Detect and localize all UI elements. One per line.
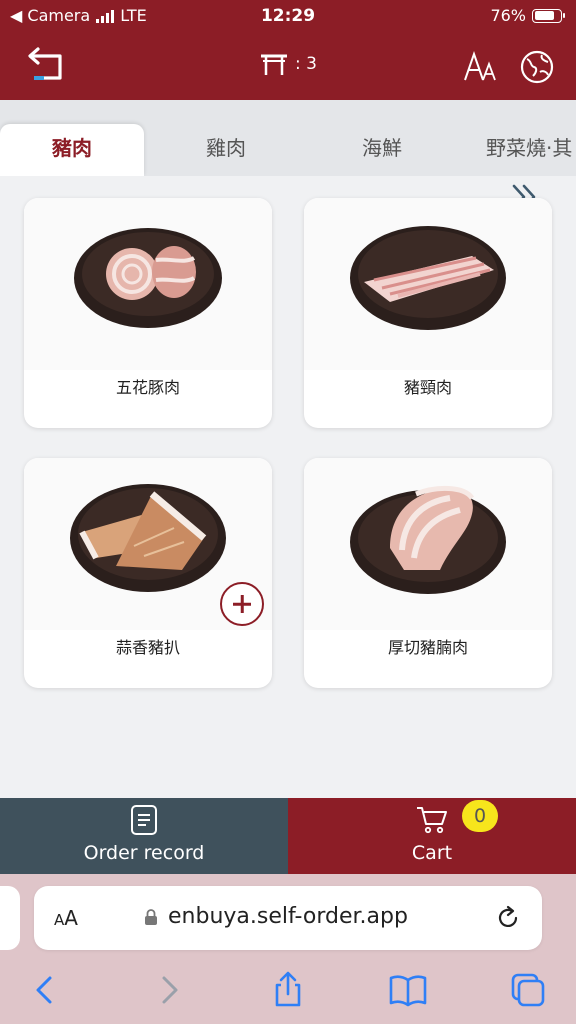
globe-icon: [520, 50, 554, 84]
browser-toolbar: AA enbuya.self-order.app: [0, 874, 576, 1024]
add-to-cart-button[interactable]: [220, 582, 264, 626]
previous-tab-preview[interactable]: [0, 886, 20, 950]
app-header: : 3: [0, 32, 576, 100]
pork-neck-slices-photo: [304, 198, 552, 370]
tab-chicken[interactable]: 雞肉: [154, 124, 298, 176]
browser-nav-row: [0, 970, 576, 1010]
share-icon[interactable]: [268, 970, 308, 1010]
bookmarks-icon[interactable]: [388, 970, 428, 1010]
language-button[interactable]: [518, 48, 556, 86]
order-record-button[interactable]: Order record: [0, 798, 288, 874]
product-name: 蒜香豬扒: [115, 638, 180, 657]
bottom-bar: Order record 0 Cart: [0, 798, 576, 874]
font-size-button[interactable]: [462, 48, 502, 84]
order-record-label: Order record: [83, 842, 205, 864]
cart-icon: [417, 807, 447, 834]
tab-seafood[interactable]: 海鮮: [310, 124, 454, 176]
pork-belly-roll-photo: [24, 198, 272, 370]
product-card[interactable]: 豬頸肉: [304, 198, 552, 428]
battery-percent: 76%: [490, 6, 526, 25]
battery-icon: [532, 8, 565, 23]
address-bar[interactable]: AA enbuya.self-order.app: [34, 886, 542, 950]
tabs-icon[interactable]: [508, 970, 548, 1010]
category-tabs: 豬肉 雞肉 海鮮 野菜燒·其: [0, 100, 576, 176]
product-card[interactable]: 厚切豬腩肉: [304, 458, 552, 688]
tab-pork[interactable]: 豬肉: [0, 124, 144, 176]
cart-button[interactable]: 0 Cart: [288, 798, 576, 874]
product-card[interactable]: 五花豚肉: [24, 198, 272, 428]
product-name: 厚切豬腩肉: [387, 638, 468, 657]
font-size-icon: [464, 50, 496, 81]
browser-back-icon[interactable]: [26, 970, 66, 1010]
thick-pork-belly-photo: [304, 458, 552, 630]
cart-label: Cart: [411, 842, 453, 864]
lock-icon: [145, 908, 157, 925]
document-icon: [131, 805, 157, 835]
product-name: 五花豚肉: [115, 378, 180, 397]
product-name: 豬頸肉: [403, 378, 452, 397]
tab-vegetables-other[interactable]: 野菜燒·其: [476, 124, 576, 176]
status-bar: ◀ Camera LTE 12:29 76%: [0, 0, 576, 32]
url-text: enbuya.self-order.app: [168, 904, 408, 929]
cart-count-badge: 0: [462, 800, 498, 832]
browser-forward-icon[interactable]: [148, 970, 188, 1010]
table-icon: [261, 54, 288, 75]
aa-small-letter: A: [54, 911, 65, 929]
page-settings-button[interactable]: AA: [54, 906, 78, 930]
aa-large-letter: A: [64, 906, 78, 930]
reload-icon[interactable]: [494, 904, 522, 932]
product-card[interactable]: 蒜香豬扒: [24, 458, 272, 688]
table-number: : 3: [295, 54, 317, 74]
